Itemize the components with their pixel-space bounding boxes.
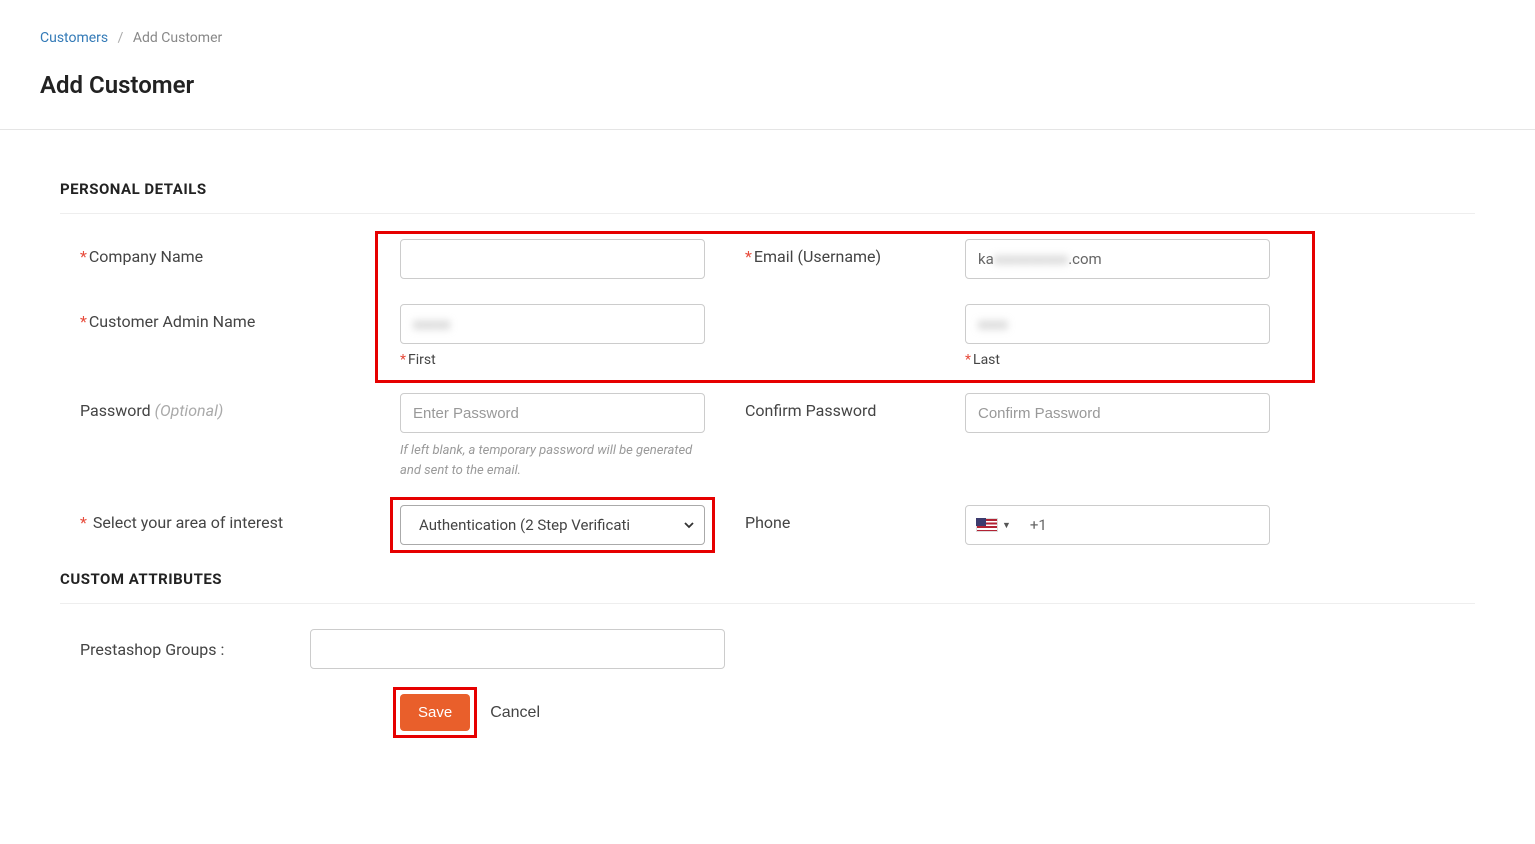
label-area-interest: * Select your area of interest bbox=[60, 505, 400, 532]
cancel-button[interactable]: Cancel bbox=[490, 704, 540, 722]
label-phone: Phone bbox=[705, 505, 965, 532]
last-name-input[interactable]: xxxx bbox=[965, 304, 1270, 344]
section-custom-divider bbox=[60, 603, 1475, 604]
label-confirm-password: Confirm Password bbox=[705, 393, 965, 420]
section-custom-title: CUSTOM ATTRIBUTES bbox=[40, 570, 1495, 588]
confirm-password-input[interactable] bbox=[965, 393, 1270, 433]
label-company-name: *Company Name bbox=[60, 239, 400, 266]
label-email: *Email (Username) bbox=[705, 239, 965, 266]
section-personal-divider bbox=[60, 213, 1475, 214]
breadcrumb-separator: / bbox=[118, 30, 124, 46]
password-hint: If left blank, a temporary password will… bbox=[400, 441, 705, 480]
sublabel-last: *Last bbox=[965, 352, 1270, 368]
breadcrumb-parent-link[interactable]: Customers bbox=[40, 30, 108, 46]
breadcrumb-current: Add Customer bbox=[133, 30, 222, 46]
phone-country-selector[interactable]: ▼ bbox=[966, 518, 1020, 532]
caret-down-icon: ▼ bbox=[1002, 520, 1011, 531]
save-button[interactable]: Save bbox=[400, 694, 470, 731]
phone-code: +1 bbox=[1020, 516, 1057, 534]
label-customer-admin: *Customer Admin Name bbox=[60, 304, 400, 331]
company-name-input[interactable] bbox=[400, 239, 705, 279]
phone-input[interactable]: ▼ +1 bbox=[965, 505, 1270, 545]
header-divider bbox=[0, 129, 1535, 130]
first-name-input[interactable]: xxxxx bbox=[400, 304, 705, 344]
label-password: Password (Optional) bbox=[60, 393, 400, 420]
label-prestashop: Prestashop Groups : bbox=[80, 640, 310, 659]
password-input[interactable] bbox=[400, 393, 705, 433]
prestashop-groups-input[interactable] bbox=[310, 629, 725, 669]
area-interest-select[interactable]: Authentication (2 Step Verificati bbox=[400, 505, 705, 545]
section-personal-title: PERSONAL DETAILS bbox=[40, 180, 1495, 198]
breadcrumb: Customers / Add Customer bbox=[40, 30, 1495, 46]
sublabel-first: *First bbox=[400, 352, 705, 368]
email-input[interactable]: kaxxxxxxxxxx.com bbox=[965, 239, 1270, 279]
flag-us-icon bbox=[976, 518, 998, 532]
page-title: Add Customer bbox=[40, 71, 1495, 99]
